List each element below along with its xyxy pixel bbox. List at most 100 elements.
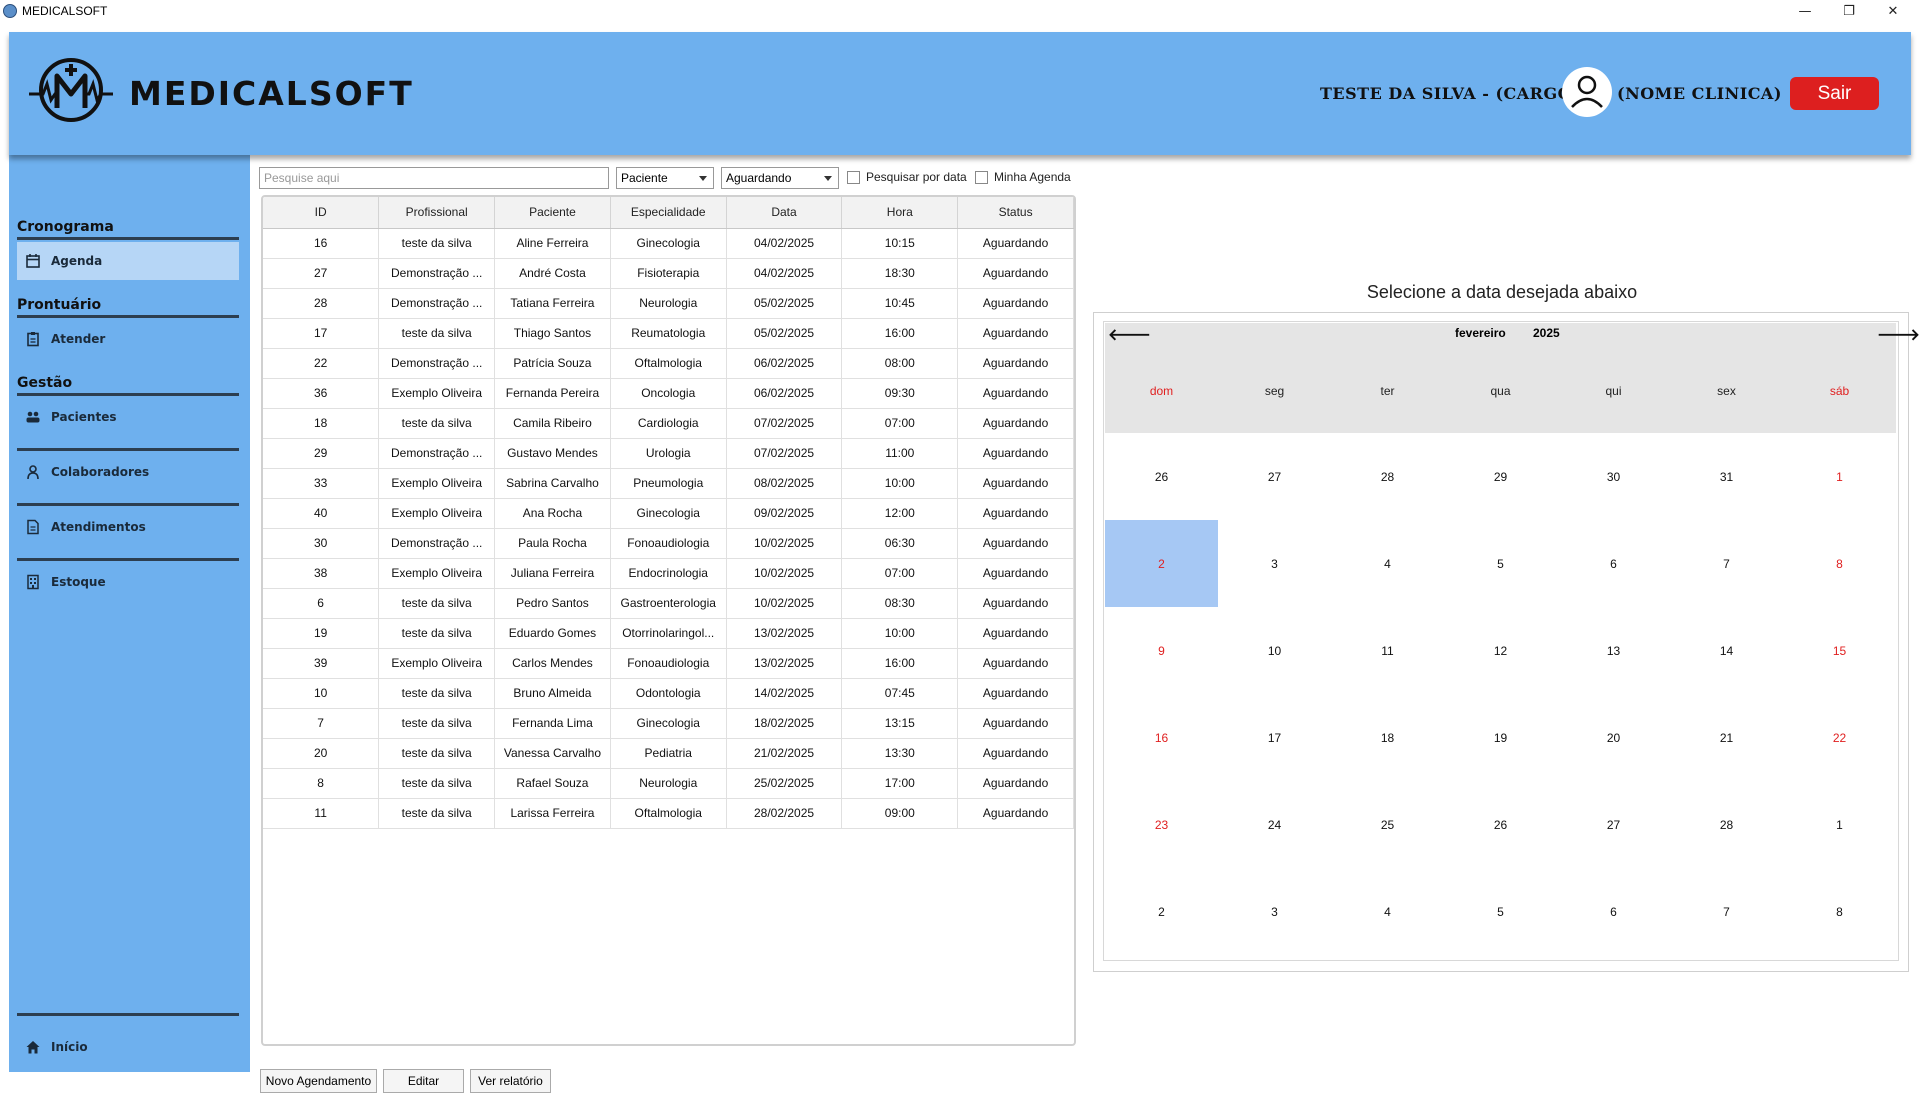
column-header[interactable]: Profissional [378, 197, 496, 229]
calendar-day[interactable]: 31 [1670, 433, 1783, 520]
table-row[interactable]: 6 teste da silva Pedro Santos Gastroenterol… [263, 588, 1074, 619]
calendar-day[interactable]: 2 [1105, 868, 1218, 955]
calendar-month[interactable]: fevereiro [1455, 326, 1506, 340]
calendar-day[interactable]: 6 [1557, 520, 1670, 607]
table-row[interactable]: 17 teste da silva Thiago Santos Reumatologi… [263, 318, 1074, 349]
calendar-day[interactable]: 23 [1105, 781, 1218, 868]
table-row[interactable]: 36 Exemplo Oliveira Fernanda Pereira Oncolo… [263, 378, 1074, 409]
calendar-day[interactable]: 17 [1218, 694, 1331, 781]
calendar-day[interactable]: 13 [1557, 607, 1670, 694]
field-select[interactable]: Paciente [616, 167, 714, 189]
calendar-day[interactable]: 26 [1444, 781, 1557, 868]
calendar-day[interactable]: 25 [1331, 781, 1444, 868]
table-row[interactable]: 28 Demonstração ... Tatiana Ferreira Neurol… [263, 288, 1074, 319]
sidebar-item-colaboradores[interactable]: Colaboradores [17, 453, 239, 491]
table-row[interactable]: 27 Demonstração ... André Costa Fisioterapi… [263, 258, 1074, 289]
column-header[interactable]: ID [263, 197, 380, 229]
column-header[interactable]: Especialidade [610, 197, 727, 229]
calendar-day[interactable]: 2 [1105, 520, 1218, 607]
view-report-button[interactable]: Ver relatório [470, 1069, 551, 1093]
calendar-day[interactable]: 12 [1444, 607, 1557, 694]
calendar-day[interactable]: 16 [1105, 694, 1218, 781]
calendar-day[interactable]: 7 [1670, 868, 1783, 955]
calendar-day[interactable]: 10 [1218, 607, 1331, 694]
calendar-day[interactable]: 1 [1783, 781, 1896, 868]
table-row[interactable]: 22 Demonstração ... Patrícia Souza Oftalmol… [263, 348, 1074, 379]
calendar-day[interactable]: 27 [1218, 433, 1331, 520]
calendar-day[interactable]: 15 [1783, 607, 1896, 694]
calendar-day[interactable]: 7 [1670, 520, 1783, 607]
calendar-day[interactable]: 20 [1557, 694, 1670, 781]
calendar-year[interactable]: 2025 [1533, 326, 1560, 340]
calendar-day[interactable]: 19 [1444, 694, 1557, 781]
calendar-day[interactable]: 4 [1331, 520, 1444, 607]
calendar-day[interactable]: 18 [1331, 694, 1444, 781]
sidebar-item-agenda[interactable]: Agenda [17, 242, 239, 280]
my-agenda-checkbox[interactable]: Minha Agenda [975, 170, 1071, 184]
calendar-day[interactable]: 28 [1331, 433, 1444, 520]
calendar-day[interactable]: 14 [1670, 607, 1783, 694]
table-cell: Otorrinolaringol... [610, 618, 727, 649]
calendar-day[interactable]: 6 [1557, 868, 1670, 955]
calendar-day[interactable]: 5 [1444, 520, 1557, 607]
sidebar-item-pacientes[interactable]: Pacientes [17, 398, 239, 436]
sidebar-item-inicio[interactable]: Início [17, 1028, 239, 1066]
calendar-day[interactable]: 11 [1331, 607, 1444, 694]
checkbox-box[interactable] [847, 170, 860, 184]
table-cell: Fernanda Lima [494, 708, 611, 739]
column-header[interactable]: Hora [841, 197, 959, 229]
search-by-date-checkbox[interactable]: Pesquisar por data [847, 170, 967, 184]
calendar-day[interactable]: 27 [1557, 781, 1670, 868]
appointments-table[interactable]: ID Profissional Paciente Especialidade Data H… [261, 195, 1076, 1046]
table-row[interactable]: 16 teste da silva Aline Ferreira Ginecologi… [263, 228, 1074, 259]
checkbox-box[interactable] [975, 170, 988, 184]
table-row[interactable]: 40 Exemplo Oliveira Ana Rocha Ginecologia 09… [263, 498, 1074, 529]
table-row[interactable]: 7 teste da silva Fernanda Lima Ginecologia 1… [263, 708, 1074, 739]
arrow-right-icon[interactable]: 🡒 [1877, 324, 1919, 345]
sidebar-item-estoque[interactable]: Estoque [17, 563, 239, 601]
table-row[interactable]: 20 teste da silva Vanessa Carvalho Pediatri… [263, 738, 1074, 769]
calendar-day[interactable]: 28 [1670, 781, 1783, 868]
calendar-day[interactable]: 29 [1444, 433, 1557, 520]
table-row[interactable]: 39 Exemplo Oliveira Carlos Mendes Fonoaudio… [263, 648, 1074, 679]
table-cell: 10:00 [841, 618, 959, 649]
calendar-day[interactable]: 5 [1444, 868, 1557, 955]
calendar-day[interactable]: 4 [1331, 868, 1444, 955]
minimize-button[interactable]: — [1782, 0, 1828, 22]
calendar-day[interactable]: 26 [1105, 433, 1218, 520]
arrow-left-icon[interactable]: 🡐 [1108, 324, 1151, 345]
calendar-day[interactable]: 3 [1218, 868, 1331, 955]
close-button[interactable]: ✕ [1870, 0, 1916, 22]
table-row[interactable]: 29 Demonstração ... Gustavo Mendes Urologia… [263, 438, 1074, 469]
calendar-day[interactable]: 21 [1670, 694, 1783, 781]
calendar-day[interactable]: 1 [1783, 433, 1896, 520]
table-row[interactable]: 10 teste da silva Bruno Almeida Odontologia… [263, 678, 1074, 709]
logout-button[interactable]: Sair [1790, 77, 1879, 110]
new-appointment-button[interactable]: Novo Agendamento [260, 1069, 377, 1093]
table-row[interactable]: 11 teste da silva Larissa Ferreira Oftalmol… [263, 798, 1074, 829]
calendar-day[interactable]: 3 [1218, 520, 1331, 607]
restore-button[interactable]: ❐ [1826, 0, 1872, 22]
user-avatar[interactable] [1562, 67, 1612, 117]
table-row[interactable]: 19 teste da silva Eduardo Gomes Otorrinolar… [263, 618, 1074, 649]
calendar-day[interactable]: 8 [1783, 520, 1896, 607]
table-row[interactable]: 18 teste da silva Camila Ribeiro Cardiologi… [263, 408, 1074, 439]
table-cell: 16:00 [841, 318, 959, 349]
table-row[interactable]: 33 Exemplo Oliveira Sabrina Carvalho Pneumo… [263, 468, 1074, 499]
calendar-day[interactable]: 24 [1218, 781, 1331, 868]
table-row[interactable]: 30 Demonstração ... Paula Rocha Fonoaudiolo… [263, 528, 1074, 559]
edit-button[interactable]: Editar [383, 1069, 464, 1093]
table-row[interactable]: 38 Exemplo Oliveira Juliana Ferreira Endocr… [263, 558, 1074, 589]
column-header[interactable]: Paciente [494, 197, 611, 229]
sidebar-item-atender[interactable]: Atender [17, 320, 239, 358]
table-row[interactable]: 8 teste da silva Rafael Souza Neurologia 25/… [263, 768, 1074, 799]
column-header[interactable]: Data [726, 197, 843, 229]
search-input[interactable] [259, 167, 609, 189]
calendar-day[interactable]: 30 [1557, 433, 1670, 520]
calendar-day[interactable]: 9 [1105, 607, 1218, 694]
column-header[interactable]: Status [957, 197, 1074, 229]
calendar-day[interactable]: 22 [1783, 694, 1896, 781]
calendar-day[interactable]: 8 [1783, 868, 1896, 955]
sidebar-item-atendimentos[interactable]: Atendimentos [17, 508, 239, 546]
status-select[interactable]: Aguardando [721, 167, 839, 189]
